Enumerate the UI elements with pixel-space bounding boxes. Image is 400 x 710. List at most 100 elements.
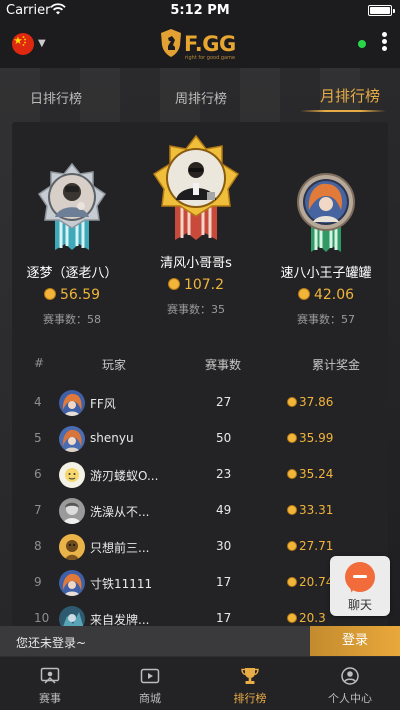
more-options-button[interactable] bbox=[378, 30, 390, 56]
row-prize: 20.74 bbox=[287, 575, 333, 589]
video-icon bbox=[140, 668, 160, 684]
coin-icon bbox=[287, 613, 297, 623]
row-matches: 17 bbox=[216, 611, 232, 625]
coin-icon bbox=[297, 288, 310, 300]
tabbar-item-profile[interactable]: 个人中心 bbox=[300, 657, 400, 710]
header-prize: 累计奖金 bbox=[312, 358, 361, 372]
prize-value: 107.2 bbox=[183, 277, 225, 293]
avatar bbox=[59, 534, 85, 560]
tab-weekly[interactable]: 周排行榜 bbox=[175, 88, 227, 107]
logo-text: F.GG bbox=[184, 32, 236, 56]
battery-icon bbox=[368, 5, 395, 16]
tabbar-item-tournaments[interactable]: 赛事 bbox=[0, 657, 100, 710]
row-rank: 7 bbox=[34, 503, 42, 517]
trophy-icon bbox=[241, 668, 259, 684]
matches-value: 58 bbox=[87, 313, 101, 326]
tabbar-label: 赛事 bbox=[39, 692, 61, 705]
logo-tagline: right for good game bbox=[185, 55, 236, 61]
coin-icon bbox=[287, 397, 297, 407]
player-name: 速八小王子罐罐 bbox=[280, 266, 372, 281]
row-rank: 8 bbox=[34, 539, 42, 553]
chevron-down-icon[interactable]: ▼ bbox=[38, 38, 46, 49]
podium-second-place[interactable]: 逐梦（逐老八） 56.59 赛事数：58 bbox=[12, 162, 132, 327]
row-matches: 23 bbox=[216, 467, 232, 481]
row-player-name: 游刃蝼蚁O... bbox=[90, 469, 159, 483]
tabbar-item-leaderboard[interactable]: 排行榜 bbox=[200, 657, 300, 710]
table-row[interactable]: 6 游刃蝼蚁O... 23 35.24 bbox=[12, 458, 388, 494]
row-prize-value: 35.24 bbox=[299, 467, 334, 481]
status-bar: Carrier 5:12 PM bbox=[0, 0, 400, 20]
row-prize-value: 27.71 bbox=[299, 539, 334, 553]
row-prize: 35.99 bbox=[287, 431, 333, 445]
row-rank: 4 bbox=[34, 395, 42, 409]
row-matches: 30 bbox=[216, 539, 232, 553]
row-matches: 50 bbox=[216, 431, 232, 445]
coin-icon bbox=[287, 577, 297, 587]
login-prompt-bar: 您还未登录~ 登录 bbox=[0, 626, 400, 656]
row-player-name: 寸铁11111 bbox=[90, 577, 153, 591]
tabbar-label: 商城 bbox=[139, 692, 161, 705]
leaderboard-table-header: # 玩家 赛事数 累计奖金 bbox=[12, 356, 388, 376]
clock: 5:12 PM bbox=[170, 3, 230, 18]
matches-value: 35 bbox=[211, 303, 225, 316]
chat-bubble-icon bbox=[345, 562, 375, 592]
knight-shield-icon bbox=[161, 29, 181, 57]
header-matches: 赛事数 bbox=[205, 358, 242, 372]
row-prize: 27.71 bbox=[287, 539, 333, 553]
tab-monthly[interactable]: 月排行榜 bbox=[320, 85, 380, 106]
bronze-medal-icon bbox=[297, 173, 355, 252]
matches-value: 57 bbox=[341, 313, 355, 326]
leaderboard-panel: 逐梦（逐老八） 56.59 赛事数：58 清风小哥哥s 107.2 赛事数：35 bbox=[12, 122, 388, 632]
podium-first-place[interactable]: 清风小哥哥s 107.2 赛事数：35 bbox=[136, 134, 256, 317]
login-prompt-text: 您还未登录~ bbox=[16, 636, 87, 650]
coin-icon bbox=[287, 541, 297, 551]
row-player-name: FF风 bbox=[90, 397, 116, 411]
tabbar-label: 排行榜 bbox=[233, 692, 267, 705]
tabbar-item-shop[interactable]: 商城 bbox=[100, 657, 200, 710]
row-prize-value: 33.31 bbox=[299, 503, 334, 517]
row-prize: 35.24 bbox=[287, 467, 333, 481]
prize-amount: 107.2 bbox=[136, 277, 256, 293]
row-rank: 9 bbox=[34, 575, 42, 589]
row-prize-value: 20.3 bbox=[299, 611, 326, 625]
row-rank: 10 bbox=[34, 611, 50, 625]
prize-value: 56.59 bbox=[59, 287, 101, 303]
row-player-name: shenyu bbox=[90, 431, 134, 445]
row-rank: 5 bbox=[34, 431, 42, 445]
chat-button[interactable]: 聊天 bbox=[330, 556, 390, 616]
match-count: 赛事数：58 bbox=[12, 311, 132, 327]
tabbar-label: 个人中心 bbox=[328, 692, 372, 705]
prize-amount: 56.59 bbox=[12, 287, 132, 303]
matches-label: 赛事数： bbox=[297, 313, 341, 326]
row-prize: 33.31 bbox=[287, 503, 333, 517]
table-row[interactable]: 5 shenyu 50 35.99 bbox=[12, 422, 388, 458]
avatar bbox=[59, 462, 85, 488]
row-matches: 17 bbox=[216, 575, 232, 589]
table-row[interactable]: 4 FF风 27 37.86 bbox=[12, 386, 388, 422]
row-player-name: 洗澡从不... bbox=[90, 505, 150, 519]
row-player-name: 只想前三... bbox=[90, 541, 150, 555]
row-prize-value: 20.74 bbox=[299, 575, 334, 589]
row-rank: 6 bbox=[34, 467, 42, 481]
more-dot-icon bbox=[381, 39, 387, 44]
podium-third-place[interactable]: 速八小王子罐罐 42.06 赛事数：57 bbox=[266, 170, 386, 327]
login-button[interactable]: 登录 bbox=[310, 626, 400, 656]
online-status-indicator bbox=[358, 40, 366, 48]
china-flag-icon[interactable] bbox=[12, 33, 34, 55]
coin-icon bbox=[287, 505, 297, 515]
ranking-tabs: 日排行榜 周排行榜 月排行榜 bbox=[0, 80, 400, 114]
profile-icon bbox=[341, 667, 359, 685]
player-name: 清风小哥哥s bbox=[160, 256, 232, 271]
more-dot-icon bbox=[381, 46, 387, 51]
match-count: 赛事数：35 bbox=[136, 301, 256, 317]
row-matches: 49 bbox=[216, 503, 232, 517]
row-prize: 20.3 bbox=[287, 611, 326, 625]
table-row[interactable]: 7 洗澡从不... 49 33.31 bbox=[12, 494, 388, 530]
tournament-icon bbox=[40, 667, 60, 684]
row-prize-value: 37.86 bbox=[299, 395, 334, 409]
tab-daily[interactable]: 日排行榜 bbox=[30, 88, 82, 107]
avatar bbox=[59, 570, 85, 596]
avatar bbox=[59, 426, 85, 452]
chat-label: 聊天 bbox=[347, 598, 372, 612]
row-prize-value: 35.99 bbox=[299, 431, 334, 445]
